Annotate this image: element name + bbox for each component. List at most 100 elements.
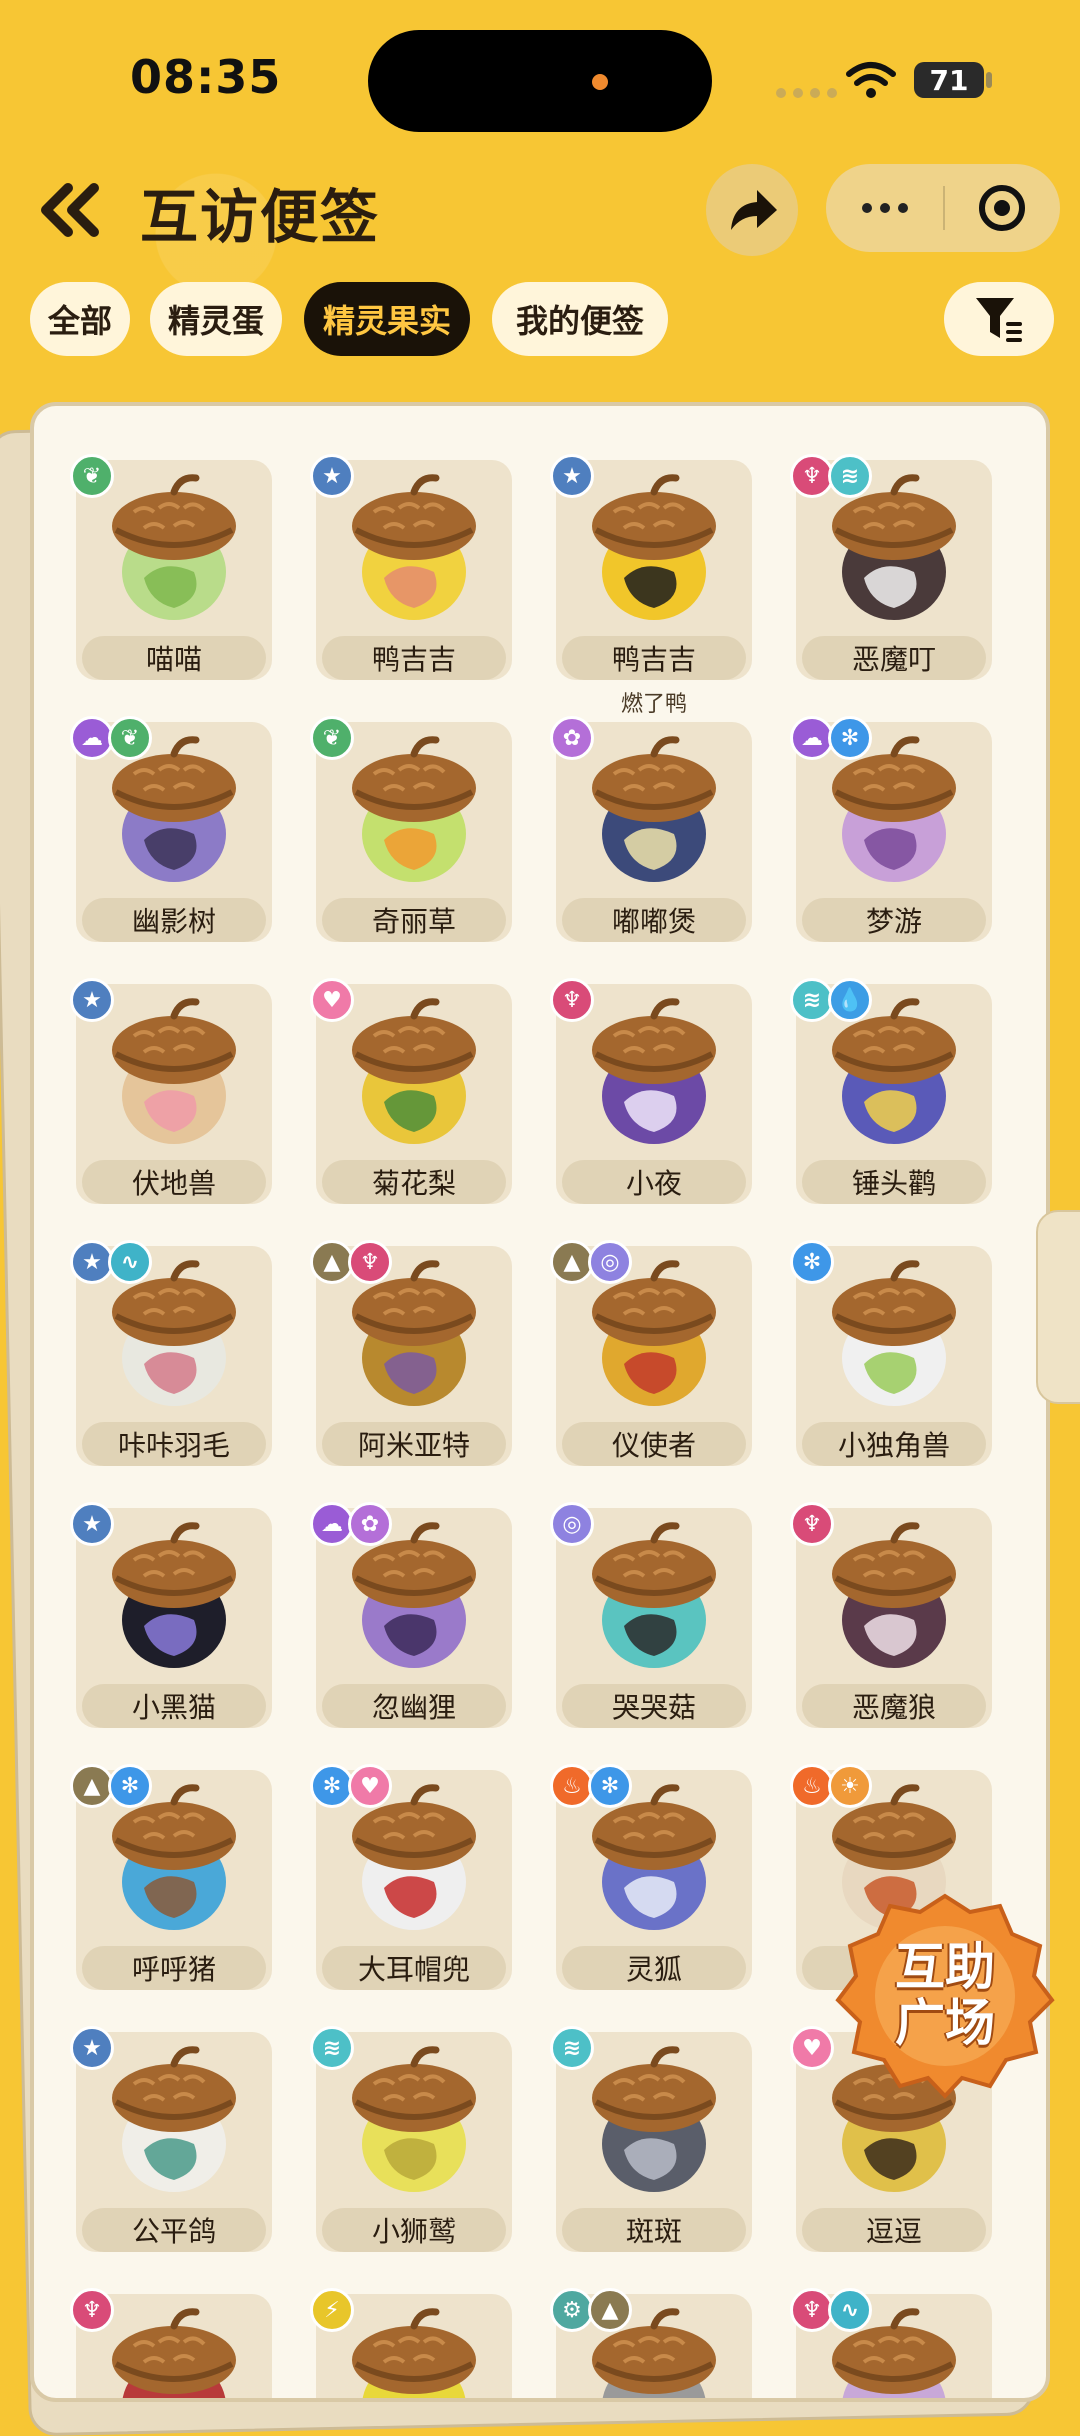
fruit-card[interactable]: ★ 公平鸽 xyxy=(70,2026,272,2252)
tab-all[interactable]: 全部 xyxy=(30,282,130,356)
fruit-card[interactable]: ❦ 奇丽草 xyxy=(310,716,512,942)
cute-type-icon: ♥ xyxy=(790,2026,834,2070)
fruit-card[interactable]: ♆ 恶魔狼 xyxy=(790,1502,992,1728)
type-badges: ⚡ xyxy=(310,2288,354,2332)
type-badges: ♨ ✻ xyxy=(550,1764,632,1808)
fruit-name: 灵狐 xyxy=(562,1946,746,1990)
fruit-card[interactable]: ≋ 💧 锤头鹳 xyxy=(790,978,992,1204)
normal-type-icon: ★ xyxy=(550,454,594,498)
type-badges: ♆ ∿ xyxy=(790,2288,872,2332)
acorn-fruit-icon xyxy=(112,474,236,620)
battery-cap xyxy=(986,72,992,88)
fruit-card[interactable]: ▲ ✻ 呼呼猪 xyxy=(70,1764,272,1990)
fruit-card[interactable]: ▲ ♆ 阿米亚特 xyxy=(310,1240,512,1466)
wing-type-icon: ≋ xyxy=(828,454,872,498)
normal-type-icon: ★ xyxy=(70,978,114,1022)
fruit-name: 大耳帽兜 xyxy=(322,1946,506,1990)
fruit-name: 忽幽狸 xyxy=(322,1684,506,1728)
fruit-card[interactable]: ☁ ✿ 忽幽狸 xyxy=(310,1502,512,1728)
tab-spirit-egg[interactable]: 精灵蛋 xyxy=(150,282,282,356)
fruit-card[interactable]: ⚙ ▲ xyxy=(550,2288,752,2398)
help-square-button[interactable]: 互助 广场 xyxy=(830,1890,1060,2100)
ice-type-icon: ✻ xyxy=(828,716,872,760)
fruit-name: 嘟嘟煲 xyxy=(562,898,746,942)
fruit-card[interactable]: ◎ 哭哭菇 xyxy=(550,1502,752,1728)
fruit-card[interactable]: ★ 伏地兽 xyxy=(70,978,272,1204)
fruit-card[interactable]: ▲ ◎ 仪使者 xyxy=(550,1240,752,1466)
tab-my-notes[interactable]: 我的便签 xyxy=(492,282,668,356)
type-badges: ⚙ ▲ xyxy=(550,2288,632,2332)
demon-type-icon: ♆ xyxy=(790,1502,834,1546)
type-badges: ◎ xyxy=(550,1502,594,1546)
type-badges: ♥ xyxy=(310,978,354,1022)
type-badges: ♆ xyxy=(790,1502,834,1546)
fruit-name: 公平鸽 xyxy=(82,2208,266,2252)
acorn-fruit-icon xyxy=(352,736,476,882)
fruit-card[interactable]: ♆ xyxy=(70,2288,272,2398)
fruit-card[interactable]: ☁ ✻ 梦游 xyxy=(790,716,992,942)
acorn-fruit-icon xyxy=(592,736,716,882)
fruit-name: 小黑猫 xyxy=(82,1684,266,1728)
fruit-name: 呼呼猪 xyxy=(82,1946,266,1990)
fruit-card[interactable]: ≋ 斑斑 xyxy=(550,2026,752,2252)
fruit-name: 梦游 xyxy=(802,898,986,942)
acorn-fruit-icon xyxy=(112,2046,236,2192)
type-badges: ≋ xyxy=(550,2026,594,2070)
miniapp-capsule xyxy=(826,164,1060,252)
fruit-note: 燃了鸭 xyxy=(620,692,687,717)
fruit-card[interactable]: ☁ ❦ 幽影树 xyxy=(70,716,272,942)
wing-type-icon: ≋ xyxy=(310,2026,354,2070)
fruit-card[interactable]: ♆ 小夜 xyxy=(550,978,752,1204)
filter-button[interactable] xyxy=(944,282,1054,356)
close-miniapp-button[interactable] xyxy=(943,164,1060,252)
acorn-fruit-icon xyxy=(592,998,716,1144)
status-time: 08:35 xyxy=(130,50,282,104)
fruit-card[interactable]: ✻ ♥ 大耳帽兜 xyxy=(310,1764,512,1990)
fruit-name: 恶魔叮 xyxy=(802,636,986,680)
fruit-card[interactable]: ⚡ xyxy=(310,2288,512,2398)
share-button[interactable] xyxy=(706,164,798,256)
fruit-name: 小独角兽 xyxy=(802,1422,986,1466)
fruit-card[interactable]: ★ ∿ 咔咔羽毛 xyxy=(70,1240,272,1466)
fruit-card[interactable]: ♥ 菊花梨 xyxy=(310,978,512,1204)
type-badges: ▲ ✻ xyxy=(70,1764,152,1808)
acorn-fruit-icon xyxy=(592,474,716,620)
dynamic-island xyxy=(368,30,712,132)
acorn-fruit-icon xyxy=(352,2046,476,2192)
tab-spirit-fruit[interactable]: 精灵果实 xyxy=(304,282,470,356)
side-drawer-handle[interactable] xyxy=(1036,1210,1080,1404)
fruit-card[interactable]: ★ 小黑猫 xyxy=(70,1502,272,1728)
electric-type-icon: ⚡ xyxy=(310,2288,354,2332)
ground-type-icon: ▲ xyxy=(588,2288,632,2332)
fruit-card[interactable]: ✿ 嘟嘟煲 xyxy=(550,716,752,942)
fruit-card[interactable]: ≋ 小狮鹫 xyxy=(310,2026,512,2252)
fruit-card[interactable]: ♆ ∿ xyxy=(790,2288,992,2398)
fruit-card[interactable]: ❦ 喵喵 xyxy=(70,454,272,680)
fruit-card[interactable]: ✻ 小独角兽 xyxy=(790,1240,992,1466)
acorn-fruit-icon xyxy=(112,2308,236,2398)
light-type-icon: ☀ xyxy=(828,1764,872,1808)
more-button[interactable] xyxy=(826,164,943,252)
wing-type-icon: ≋ xyxy=(550,2026,594,2070)
acorn-fruit-icon xyxy=(112,998,236,1144)
demon-type-icon: ♆ xyxy=(70,2288,114,2332)
normal-type-icon: ★ xyxy=(310,454,354,498)
fruit-card[interactable]: ★ 鸭吉吉 燃了鸭 xyxy=(550,454,752,717)
wind-type-icon: ∿ xyxy=(828,2288,872,2332)
fruit-name: 菊花梨 xyxy=(322,1160,506,1204)
fantasy-type-icon: ✿ xyxy=(550,716,594,760)
type-badges: ☁ ✿ xyxy=(310,1502,392,1546)
type-badges: ✻ xyxy=(790,1240,834,1284)
normal-type-icon: ★ xyxy=(70,1502,114,1546)
type-badges: ≋ 💧 xyxy=(790,978,872,1022)
target-close-icon xyxy=(978,185,1025,231)
filter-icon xyxy=(976,298,1022,342)
fruit-card[interactable]: ♨ ✻ 灵狐 xyxy=(550,1764,752,1990)
fruit-card[interactable]: ★ 鸭吉吉 xyxy=(310,454,512,680)
fruit-card[interactable]: ♆ ≋ 恶魔叮 xyxy=(790,454,992,680)
back-button[interactable] xyxy=(30,170,110,250)
battery-indicator: 71 xyxy=(914,62,984,98)
type-badges: ≋ xyxy=(310,2026,354,2070)
demon-type-icon: ♆ xyxy=(550,978,594,1022)
ice-type-icon: ✻ xyxy=(588,1764,632,1808)
